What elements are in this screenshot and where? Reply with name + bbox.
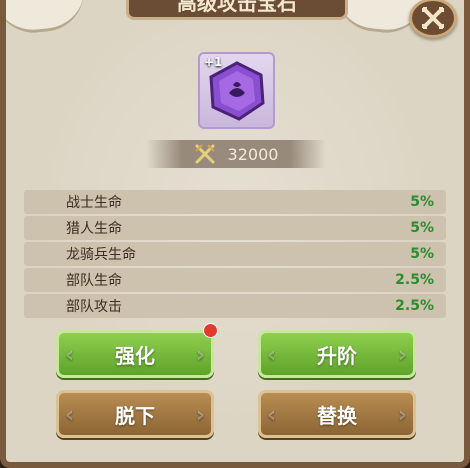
- close-icon: [422, 7, 444, 29]
- crossed-swords-icon: [194, 144, 215, 164]
- stat-name: 部队攻击: [66, 299, 122, 315]
- notification-dot: [203, 323, 218, 338]
- gem-level-badge: +1: [204, 55, 223, 69]
- button-decoration: ›: [195, 343, 205, 368]
- stat-row: 龙骑兵生命 5%: [24, 242, 446, 266]
- power-value: 32000: [227, 144, 279, 164]
- stat-row: 部队生命 2.5%: [24, 268, 446, 292]
- remove-button[interactable]: ‹ 脱下 ›: [56, 390, 214, 438]
- stat-value: 2.5%: [395, 298, 434, 314]
- stat-value: 2.5%: [395, 272, 434, 288]
- stat-row: 猎人生命 5%: [24, 216, 446, 240]
- strengthen-label: 强化: [115, 343, 155, 368]
- stat-name: 龙骑兵生命: [66, 247, 136, 263]
- left-leaf-decoration: [6, 0, 88, 37]
- button-decoration: ›: [195, 403, 205, 428]
- stat-value: 5%: [410, 194, 434, 210]
- power-bar: 32000: [146, 140, 326, 168]
- replace-label: 替换: [317, 403, 357, 428]
- remove-label: 脱下: [115, 403, 155, 428]
- panel-title: 高级攻击宝石: [126, 0, 348, 20]
- stat-name: 部队生命: [66, 273, 122, 289]
- stat-row: 战士生命 5%: [24, 190, 446, 214]
- stat-name: 猎人生命: [66, 221, 122, 237]
- button-decoration: ‹: [65, 343, 75, 368]
- replace-button[interactable]: ‹ 替换 ›: [258, 390, 416, 438]
- button-decoration: ‹: [267, 343, 277, 368]
- close-button[interactable]: [409, 0, 457, 38]
- stat-row: 部队攻击 2.5%: [24, 294, 446, 318]
- button-decoration: ›: [397, 343, 407, 368]
- gem-detail-panel: 高级攻击宝石 +1 32000 战士生命 5% 猎人生命 5% 龙骑兵生命 5%: [0, 0, 470, 468]
- stat-value: 5%: [410, 220, 434, 236]
- strengthen-button[interactable]: ‹ 强化 ›: [56, 330, 214, 378]
- button-decoration: ›: [397, 403, 407, 428]
- upgrade-button[interactable]: ‹ 升阶 ›: [258, 330, 416, 378]
- upgrade-label: 升阶: [317, 343, 357, 368]
- button-decoration: ‹: [65, 403, 75, 428]
- stat-value: 5%: [410, 246, 434, 262]
- button-decoration: ‹: [267, 403, 277, 428]
- stat-name: 战士生命: [66, 195, 122, 211]
